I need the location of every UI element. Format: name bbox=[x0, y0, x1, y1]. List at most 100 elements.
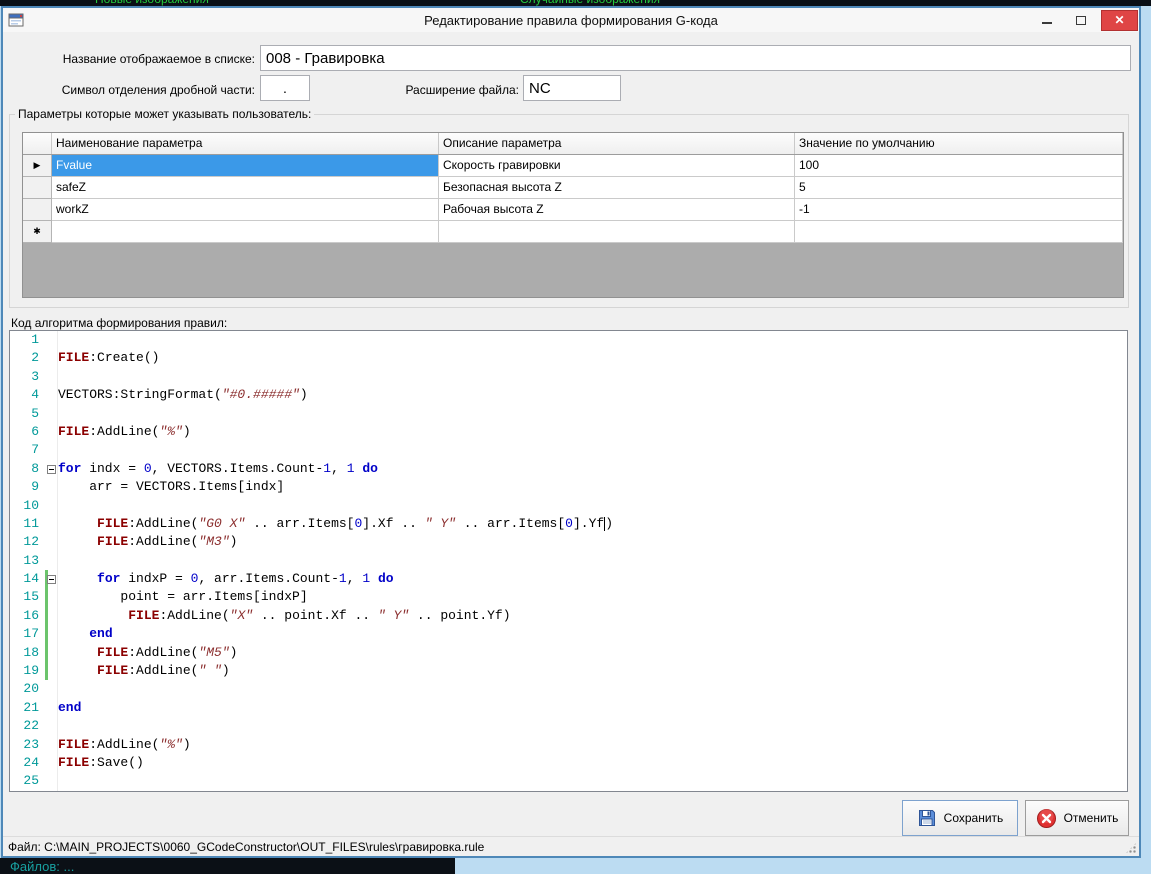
code-text[interactable]: arr = VECTORS.Items[indx] bbox=[58, 478, 1127, 496]
fold-margin[interactable] bbox=[44, 459, 58, 479]
grid-cell[interactable]: workZ bbox=[52, 199, 439, 221]
grid-cell[interactable]: safeZ bbox=[52, 177, 439, 199]
grid-new-row[interactable]: ✱ bbox=[23, 221, 1123, 243]
code-text[interactable]: point = arr.Items[indxP] bbox=[58, 588, 1127, 606]
code-text[interactable]: FILE:AddLine("G0 X" .. arr.Items[0].Xf .… bbox=[58, 515, 1127, 533]
line-number: 8 bbox=[10, 459, 44, 479]
code-line[interactable]: 15 point = arr.Items[indxP] bbox=[10, 588, 1127, 608]
code-line[interactable]: 16 FILE:AddLine("X" .. point.Xf .. " Y" … bbox=[10, 606, 1127, 626]
column-header[interactable]: Значение по умолчанию bbox=[795, 133, 1123, 154]
minimize-button[interactable] bbox=[1033, 10, 1061, 31]
code-line[interactable]: 13 bbox=[10, 551, 1127, 571]
fold-margin[interactable] bbox=[44, 570, 58, 589]
fold-margin bbox=[44, 349, 58, 368]
maximize-button[interactable] bbox=[1067, 10, 1095, 31]
grid-cell[interactable]: Скорость гравировки bbox=[439, 155, 795, 177]
code-line[interactable]: 12 FILE:AddLine("M3") bbox=[10, 533, 1127, 552]
grid-cell[interactable] bbox=[439, 221, 795, 243]
code-text[interactable]: FILE:AddLine("M5") bbox=[58, 644, 1127, 662]
code-text[interactable]: end bbox=[58, 699, 1127, 717]
fold-collapse-icon[interactable] bbox=[47, 575, 56, 585]
code-line[interactable]: 11 FILE:AddLine("G0 X" .. arr.Items[0].X… bbox=[10, 514, 1127, 534]
grid-corner-cell[interactable] bbox=[23, 133, 52, 154]
file-extension-input[interactable] bbox=[523, 75, 621, 101]
code-line[interactable]: 2 FILE:Create() bbox=[10, 349, 1127, 368]
table-row[interactable]: ▶ Fvalue Скорость гравировки 100 bbox=[23, 155, 1123, 177]
code-line[interactable]: 25 bbox=[10, 772, 1127, 791]
new-row-indicator[interactable]: ✱ bbox=[23, 221, 52, 243]
code-line[interactable]: 8 for indx = 0, VECTORS.Items.Count-1, 1 … bbox=[10, 459, 1127, 479]
code-text[interactable]: for indxP = 0, arr.Items.Count-1, 1 do bbox=[58, 570, 1127, 588]
code-text[interactable] bbox=[58, 717, 1127, 735]
code-text[interactable]: FILE:AddLine(" ") bbox=[58, 662, 1127, 680]
line-number: 23 bbox=[10, 735, 44, 754]
code-text[interactable]: end bbox=[58, 625, 1127, 643]
column-header[interactable]: Описание параметра bbox=[439, 133, 795, 154]
grid-cell[interactable]: Рабочая высота Z bbox=[439, 199, 795, 221]
fold-collapse-icon[interactable] bbox=[47, 464, 56, 474]
code-line[interactable]: 18 FILE:AddLine("M5") bbox=[10, 643, 1127, 663]
grid-cell[interactable]: Fvalue bbox=[52, 155, 439, 177]
code-line[interactable]: 21 end bbox=[10, 698, 1127, 718]
code-text[interactable]: FILE:Create() bbox=[58, 349, 1127, 367]
row-header[interactable] bbox=[23, 177, 52, 199]
name-field-label: Название отображаемое в списке: bbox=[62, 52, 255, 66]
code-line[interactable]: 24 FILE:Save() bbox=[10, 753, 1127, 773]
code-line[interactable]: 9 arr = VECTORS.Items[indx] bbox=[10, 478, 1127, 497]
parameters-grid[interactable]: Наименование параметра Описание параметра… bbox=[22, 132, 1124, 298]
code-line[interactable]: 14 for indxP = 0, arr.Items.Count-1, 1 d… bbox=[10, 570, 1127, 589]
line-number: 21 bbox=[10, 698, 44, 718]
line-number: 11 bbox=[10, 514, 44, 534]
code-text[interactable]: FILE:AddLine("%") bbox=[58, 423, 1127, 441]
code-line[interactable]: 22 bbox=[10, 717, 1127, 736]
line-number: 14 bbox=[10, 570, 44, 589]
table-row[interactable]: safeZ Безопасная высота Z5 bbox=[23, 177, 1123, 199]
code-text[interactable] bbox=[58, 441, 1127, 459]
save-button[interactable]: Сохранить bbox=[902, 800, 1018, 836]
code-text[interactable]: FILE:AddLine("X" .. point.Xf .. " Y" .. … bbox=[58, 607, 1127, 625]
code-text[interactable] bbox=[58, 331, 1127, 349]
code-text[interactable] bbox=[58, 405, 1127, 423]
code-line[interactable]: 4 VECTORS:StringFormat("#0.#####") bbox=[10, 386, 1127, 405]
titlebar[interactable]: Редактирование правила формирования G-ко… bbox=[3, 8, 1139, 32]
code-line[interactable]: 6 FILE:AddLine("%") bbox=[10, 422, 1127, 442]
code-line[interactable]: 10 bbox=[10, 496, 1127, 515]
grid-cell[interactable] bbox=[52, 221, 439, 243]
name-input[interactable] bbox=[260, 45, 1131, 71]
code-line[interactable]: 17 end bbox=[10, 625, 1127, 645]
line-number: 10 bbox=[10, 496, 44, 515]
resize-grip[interactable] bbox=[1125, 842, 1137, 854]
grid-cell[interactable]: 5 bbox=[795, 177, 1123, 199]
cancel-button[interactable]: Отменить bbox=[1025, 800, 1129, 836]
grid-cell[interactable]: 100 bbox=[795, 155, 1123, 177]
row-header[interactable] bbox=[23, 199, 52, 221]
code-text[interactable]: FILE:AddLine("M3") bbox=[58, 533, 1127, 551]
cancel-icon bbox=[1036, 808, 1056, 828]
table-row[interactable]: workZ Рабочая высота Z -1 bbox=[23, 199, 1123, 221]
code-line[interactable]: 1 bbox=[10, 331, 1127, 350]
code-line[interactable]: 20 bbox=[10, 680, 1127, 699]
code-text[interactable] bbox=[58, 772, 1127, 790]
column-header[interactable]: Наименование параметра bbox=[52, 133, 439, 154]
code-text[interactable] bbox=[58, 552, 1127, 570]
current-row-indicator[interactable]: ▶ bbox=[23, 155, 52, 177]
grid-cell[interactable]: Безопасная высота Z bbox=[439, 177, 795, 199]
code-text[interactable]: for indx = 0, VECTORS.Items.Count-1, 1 d… bbox=[58, 460, 1127, 478]
code-line[interactable]: 3 bbox=[10, 367, 1127, 387]
code-text[interactable]: FILE:AddLine("%") bbox=[58, 736, 1127, 754]
code-line[interactable]: 19 FILE:AddLine(" ") bbox=[10, 662, 1127, 681]
code-line[interactable]: 5 bbox=[10, 404, 1127, 423]
close-button[interactable]: ✕ bbox=[1101, 9, 1138, 31]
code-editor[interactable]: 1 2 FILE:Create() 3 4 VECTORS:StringFormat("#… bbox=[9, 330, 1128, 792]
code-text[interactable] bbox=[58, 368, 1127, 386]
decimal-separator-input[interactable] bbox=[260, 75, 310, 101]
code-line[interactable]: 7 bbox=[10, 441, 1127, 460]
grid-cell[interactable] bbox=[795, 221, 1123, 243]
grid-cell[interactable]: -1 bbox=[795, 199, 1123, 221]
code-text[interactable] bbox=[58, 497, 1127, 515]
fold-margin bbox=[44, 496, 58, 515]
code-line[interactable]: 23 FILE:AddLine("%") bbox=[10, 735, 1127, 754]
code-text[interactable]: FILE:Save() bbox=[58, 754, 1127, 772]
code-text[interactable] bbox=[58, 680, 1127, 698]
code-text[interactable]: VECTORS:StringFormat("#0.#####") bbox=[58, 386, 1127, 404]
